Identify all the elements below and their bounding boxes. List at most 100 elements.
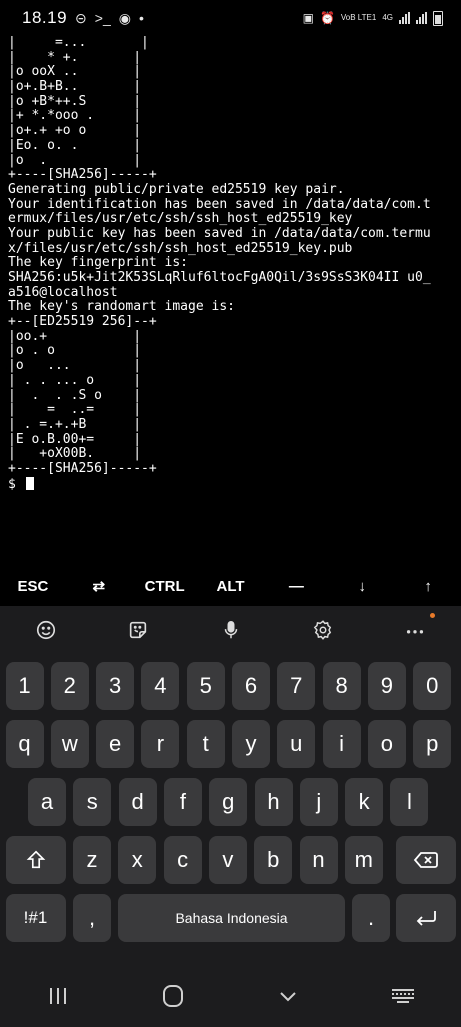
screenshot-icon: ▣	[302, 11, 314, 25]
key-i[interactable]: i	[322, 720, 361, 768]
terminal-line: a516@localhost	[8, 284, 118, 300]
key-6[interactable]: 6	[232, 662, 270, 710]
terminal-icon: >_	[94, 10, 111, 26]
terminal-line: Generating public/private ed25519 key pa…	[8, 181, 345, 197]
terminal-line: | = ..= |	[8, 402, 142, 418]
space-key[interactable]: Bahasa Indonesia	[118, 894, 345, 942]
key-h[interactable]: h	[254, 778, 293, 826]
key-z[interactable]: z	[73, 836, 111, 884]
key-7[interactable]: 7	[277, 662, 316, 710]
tab-key[interactable]: ⇄	[66, 577, 132, 595]
key-8[interactable]: 8	[322, 662, 361, 710]
enter-icon	[416, 911, 436, 926]
key-2[interactable]: 2	[50, 662, 89, 710]
shift-key[interactable]	[5, 836, 66, 884]
key-x[interactable]: x	[118, 836, 157, 884]
esc-key[interactable]: ESC	[0, 578, 66, 595]
microphone-icon[interactable]	[184, 619, 276, 641]
dash-key[interactable]: —	[263, 578, 329, 595]
terminal-line: |+ *.*ooo . |	[8, 108, 142, 124]
terminal-line: |Eo. o. . |	[8, 137, 142, 153]
extra-keys-row: ESC ⇄ CTRL ALT — ↓ ↑	[0, 566, 461, 606]
terminal-line: The key fingerprint is:	[8, 255, 189, 271]
key-a[interactable]: a	[28, 778, 66, 826]
status-bar: 18.19 ⊝ >_ ◉ • ▣ ⏰ VoB LTE1 4G	[0, 0, 461, 36]
alarm-icon: ⏰	[319, 11, 335, 25]
key-9[interactable]: 9	[367, 662, 406, 710]
4g-icon: 4G	[382, 14, 393, 22]
terminal-line: | * +. |	[8, 49, 142, 65]
key-3[interactable]: 3	[96, 662, 135, 710]
key-v[interactable]: v	[208, 836, 247, 884]
home-icon[interactable]	[115, 983, 230, 1009]
symbols-key[interactable]: !#1	[5, 894, 66, 942]
settings-icon[interactable]	[277, 619, 369, 641]
key-c[interactable]: c	[163, 836, 202, 884]
sticker-icon[interactable]	[92, 619, 184, 641]
key-l[interactable]: l	[390, 778, 429, 826]
backspace-icon	[413, 852, 438, 868]
keyboard-hide-icon[interactable]	[346, 985, 461, 1007]
key-m[interactable]: m	[344, 836, 383, 884]
up-arrow-key[interactable]: ↑	[395, 578, 461, 595]
volte-icon: VoB LTE1	[341, 14, 376, 22]
terminal-line: |o . o |	[8, 343, 142, 359]
terminal-line: |oo.+ |	[8, 328, 142, 344]
key-j[interactable]: j	[299, 778, 338, 826]
key-comma[interactable]: ,	[73, 894, 111, 942]
key-p[interactable]: p	[413, 720, 452, 768]
back-icon[interactable]	[231, 986, 346, 1006]
status-bar-left: 18.19 ⊝ >_ ◉ •	[22, 8, 144, 28]
emoji-icon[interactable]	[0, 619, 92, 641]
network-label: 4G	[382, 13, 393, 22]
recents-icon[interactable]	[0, 986, 115, 1006]
status-bar-right: ▣ ⏰ VoB LTE1 4G	[302, 10, 443, 26]
terminal-line: The key's randomart image is:	[8, 299, 235, 315]
key-t[interactable]: t	[186, 720, 225, 768]
key-g[interactable]: g	[209, 778, 248, 826]
terminal-line: +----[SHA256]-----+	[8, 167, 157, 183]
key-f[interactable]: f	[163, 778, 202, 826]
battery-icon	[433, 10, 443, 26]
key-y[interactable]: y	[232, 720, 270, 768]
key-0[interactable]: 0	[413, 662, 452, 710]
terminal-line: |o . |	[8, 152, 142, 168]
shift-icon	[26, 850, 45, 869]
terminal-line: Your identification has been saved in /d…	[8, 196, 431, 212]
key-e[interactable]: e	[96, 720, 135, 768]
key-n[interactable]: n	[299, 836, 338, 884]
key-o[interactable]: o	[367, 720, 406, 768]
terminal-line: |o ooX .. |	[8, 64, 142, 80]
down-arrow-key[interactable]: ↓	[329, 578, 395, 595]
terminal-line: +----[SHA256]-----+	[8, 460, 157, 476]
key-s[interactable]: s	[73, 778, 112, 826]
notification-dot	[430, 613, 436, 618]
key-k[interactable]: k	[345, 778, 384, 826]
terminal-line: | . . .S o |	[8, 387, 142, 403]
key-r[interactable]: r	[141, 720, 180, 768]
terminal-line: |o+.B+B.. |	[8, 79, 142, 95]
ctrl-key[interactable]: CTRL	[132, 578, 198, 595]
key-u[interactable]: u	[277, 720, 316, 768]
more-icon[interactable]	[369, 613, 461, 641]
dot-icon: •	[138, 10, 144, 26]
terminal-line: x/files/usr/etc/ssh/ssh_host_ed25519_key…	[8, 240, 353, 256]
terminal-line: |o +B*++.S |	[8, 93, 142, 109]
key-period[interactable]: .	[352, 894, 390, 942]
shell-prompt: $	[8, 476, 458, 491]
key-5[interactable]: 5	[186, 662, 225, 710]
key-4[interactable]: 4	[141, 662, 180, 710]
terminal-output[interactable]: | =... | | * +. | |o ooX .. | |o+.B+B.. | |o…	[8, 36, 458, 564]
key-d[interactable]: d	[118, 778, 157, 826]
keyboard-toolbar	[0, 606, 461, 654]
key-w[interactable]: w	[50, 720, 89, 768]
alt-key[interactable]: ALT	[198, 578, 264, 595]
volte-label: VoB LTE1	[340, 13, 377, 22]
terminal-line: |o+.+ +o o |	[8, 123, 142, 139]
backspace-key[interactable]	[396, 836, 456, 884]
enter-key[interactable]	[396, 894, 456, 942]
key-1[interactable]: 1	[5, 662, 44, 710]
key-b[interactable]: b	[254, 836, 293, 884]
key-q[interactable]: q	[5, 720, 44, 768]
terminal-line: |o ... |	[8, 358, 142, 374]
